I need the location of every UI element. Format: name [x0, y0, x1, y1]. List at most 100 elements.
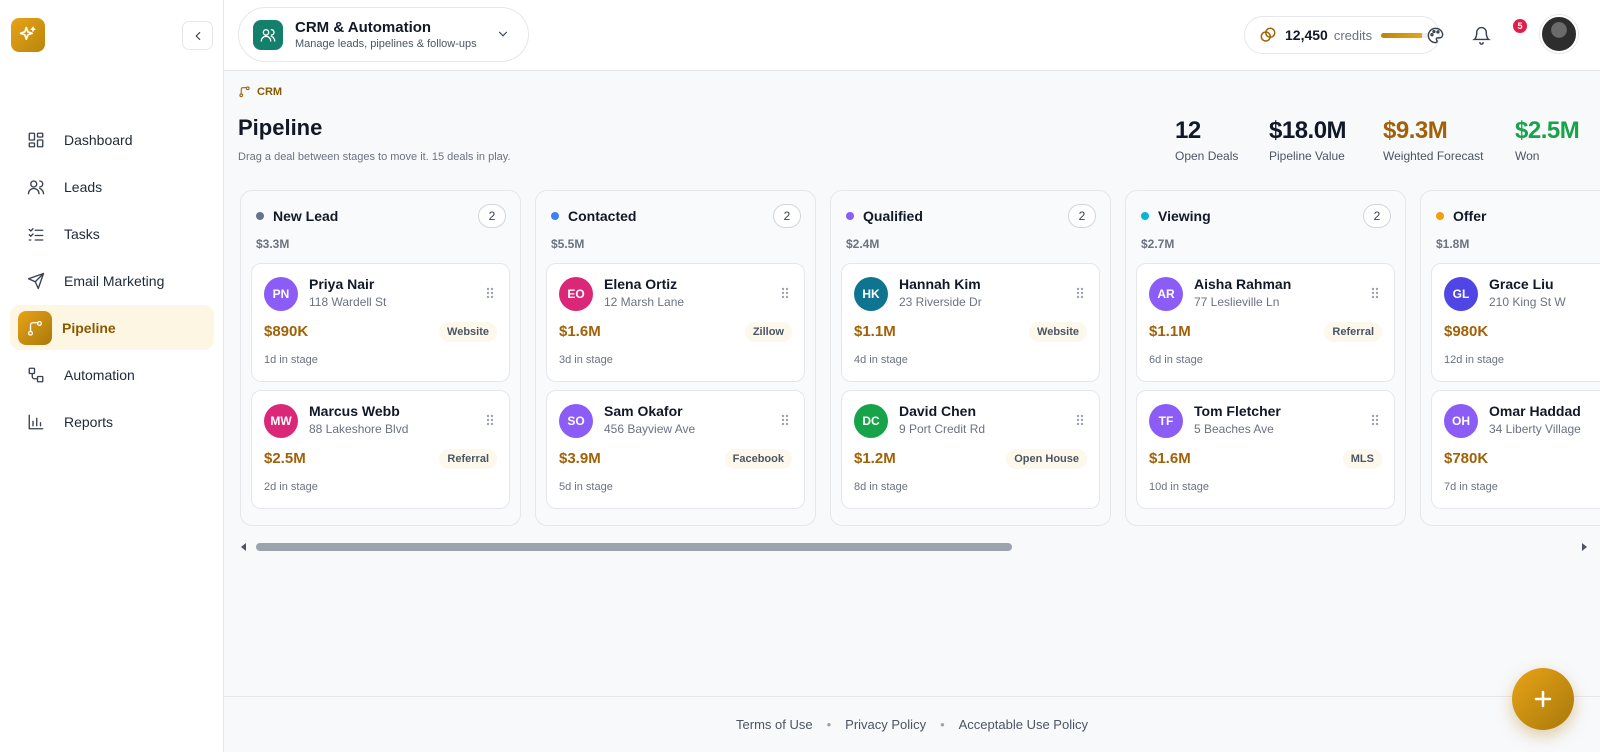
- sidebar-nav: Dashboard Leads Tasks Email Marketing Pipeli…: [10, 117, 214, 446]
- deal-amount: $1.1M: [1149, 323, 1191, 340]
- stage-column-new-lead: New Lead 2 $3.3M PN Priya Nair 118 Wardell St…: [240, 190, 521, 526]
- dashboard-icon: [26, 130, 46, 150]
- stage-dot: [846, 212, 854, 220]
- contact-name: Omar Haddad: [1489, 403, 1581, 419]
- stage-total: $5.5M: [551, 237, 585, 251]
- credits-pill[interactable]: 12,450 credits: [1244, 16, 1440, 54]
- contact-avatar: SO: [559, 404, 593, 438]
- footer-separator: •: [940, 717, 945, 732]
- stat-label: Won: [1515, 149, 1540, 163]
- sidebar-item-automation[interactable]: Automation: [10, 352, 214, 397]
- contact-name: Tom Fletcher: [1194, 403, 1281, 419]
- scrollbar-thumb[interactable]: [256, 543, 1012, 551]
- deal-card[interactable]: EO Elena Ortiz 12 Marsh Lane $1.6M Zillow 3d …: [546, 263, 805, 382]
- stage-name: Offer: [1453, 208, 1487, 224]
- stage-header: New Lead: [256, 208, 338, 224]
- deal-amount: $1.2M: [854, 450, 896, 467]
- credits-bar-fill: [1381, 32, 1422, 38]
- stat-label: Weighted Forecast: [1383, 149, 1484, 163]
- drag-handle-icon[interactable]: [1075, 286, 1085, 305]
- property-address: 9 Port Credit Rd: [899, 422, 986, 436]
- sidebar-item-label: Automation: [64, 366, 135, 383]
- chevron-down-icon: [498, 31, 508, 37]
- lead-source-badge: MLS: [1342, 449, 1382, 469]
- stage-header: Offer: [1436, 208, 1486, 224]
- workspace-switcher[interactable]: CRM & Automation Manage leads, pipelines…: [238, 7, 529, 62]
- stage-header: Qualified: [846, 208, 923, 224]
- sidebar-item-leads[interactable]: Leads: [10, 164, 214, 209]
- contact-name: David Chen: [899, 403, 977, 419]
- drag-handle-icon[interactable]: [485, 413, 495, 432]
- stage-total: $1.8M: [1436, 237, 1470, 251]
- footer: Terms of Use • Privacy Policy • Acceptable U…: [224, 696, 1600, 752]
- deal-card[interactable]: PN Priya Nair 118 Wardell St $890K Website 1d…: [251, 263, 510, 382]
- stage-total: $2.4M: [846, 237, 880, 251]
- stage-name: Qualified: [863, 208, 923, 224]
- days-in-stage: 6d in stage: [1149, 354, 1203, 366]
- lead-source-badge: Website: [439, 322, 497, 342]
- deal-card[interactable]: OH Omar Haddad 34 Liberty Village $780K 7d i…: [1431, 390, 1600, 509]
- send-icon: [26, 271, 46, 291]
- deal-card[interactable]: SO Sam Okafor 456 Bayview Ave $3.9M Facebook…: [546, 390, 805, 509]
- deal-card[interactable]: DC David Chen 9 Port Credit Rd $1.2M Open Ho…: [841, 390, 1100, 509]
- sidebar-item-dashboard[interactable]: Dashboard: [10, 117, 214, 162]
- drag-handle-icon[interactable]: [1370, 413, 1380, 432]
- stage-dot: [1141, 212, 1149, 220]
- days-in-stage: 5d in stage: [559, 481, 613, 493]
- chevron-left-icon: [194, 31, 200, 40]
- stage-name: Contacted: [568, 208, 637, 224]
- credits-label: credits: [1333, 27, 1373, 43]
- bar-chart-icon: [26, 412, 46, 432]
- deal-card[interactable]: TF Tom Fletcher 5 Beaches Ave $1.6M MLS 10d i…: [1136, 390, 1395, 509]
- contact-name: Priya Nair: [309, 276, 375, 292]
- footer-link-terms-of-use[interactable]: Terms of Use: [736, 717, 813, 732]
- breadcrumb: CRM: [238, 85, 282, 98]
- contact-avatar: EO: [559, 277, 593, 311]
- sidebar-item-pipeline[interactable]: Pipeline: [10, 305, 214, 350]
- days-in-stage: 7d in stage: [1444, 481, 1498, 493]
- bell-icon[interactable]: [1470, 24, 1492, 46]
- property-address: 210 King St W: [1489, 295, 1566, 309]
- deal-card[interactable]: HK Hannah Kim 23 Riverside Dr $1.1M Website 4…: [841, 263, 1100, 382]
- user-avatar[interactable]: [1540, 15, 1578, 53]
- drag-handle-icon[interactable]: [1370, 286, 1380, 305]
- days-in-stage: 3d in stage: [559, 354, 613, 366]
- collapse-sidebar-button[interactable]: [182, 21, 213, 50]
- drag-handle-icon[interactable]: [780, 286, 790, 305]
- stat-weighted-forecast: $9.3M Weighted Forecast: [1383, 117, 1484, 163]
- days-in-stage: 2d in stage: [264, 481, 318, 493]
- contact-avatar: PN: [264, 277, 298, 311]
- stage-column-contacted: Contacted 2 $5.5M EO Elena Ortiz 12 Marsh Lan…: [535, 190, 816, 526]
- credits-bar: [1381, 32, 1430, 38]
- deal-card[interactable]: GL Grace Liu 210 King St W $980K 12d in stag…: [1431, 263, 1600, 382]
- scroll-left-icon[interactable]: [240, 543, 248, 551]
- contact-avatar: GL: [1444, 277, 1478, 311]
- deal-amount: $3.9M: [559, 450, 601, 467]
- stage-total: $2.7M: [1141, 237, 1175, 251]
- notification-badge: 5: [1513, 19, 1527, 33]
- stage-dot: [551, 212, 559, 220]
- scroll-right-icon[interactable]: [1580, 543, 1588, 551]
- drag-handle-icon[interactable]: [485, 286, 495, 305]
- sparkle-logo-icon[interactable]: [11, 18, 45, 52]
- footer-link-acceptable-use-policy[interactable]: Acceptable Use Policy: [959, 717, 1088, 732]
- drag-handle-icon[interactable]: [1075, 413, 1085, 432]
- footer-link-privacy-policy[interactable]: Privacy Policy: [845, 717, 926, 732]
- board-scrollbar[interactable]: [238, 540, 1590, 554]
- deal-card[interactable]: MW Marcus Webb 88 Lakeshore Blvd $2.5M Refer…: [251, 390, 510, 509]
- sidebar-item-label: Email Marketing: [64, 272, 165, 289]
- stage-name: New Lead: [273, 208, 339, 224]
- page-subtitle: Drag a deal between stages to move it. 1…: [238, 151, 511, 163]
- sidebar-item-tasks[interactable]: Tasks: [10, 211, 214, 256]
- sidebar-item-reports[interactable]: Reports: [10, 399, 214, 444]
- palette-icon[interactable]: [1424, 24, 1446, 46]
- stage-dot: [256, 212, 264, 220]
- drag-handle-icon[interactable]: [780, 413, 790, 432]
- lead-source-badge: Facebook: [724, 449, 792, 469]
- top-bar: CRM & Automation Manage leads, pipelines…: [224, 0, 1600, 71]
- add-deal-button[interactable]: [1512, 668, 1574, 730]
- deal-card[interactable]: AR Aisha Rahman 77 Leslieville Ln $1.1M Refe…: [1136, 263, 1395, 382]
- sidebar-item-email-marketing[interactable]: Email Marketing: [10, 258, 214, 303]
- lead-source-badge: Open House: [1006, 449, 1087, 469]
- stage-count-badge: 2: [1068, 204, 1096, 228]
